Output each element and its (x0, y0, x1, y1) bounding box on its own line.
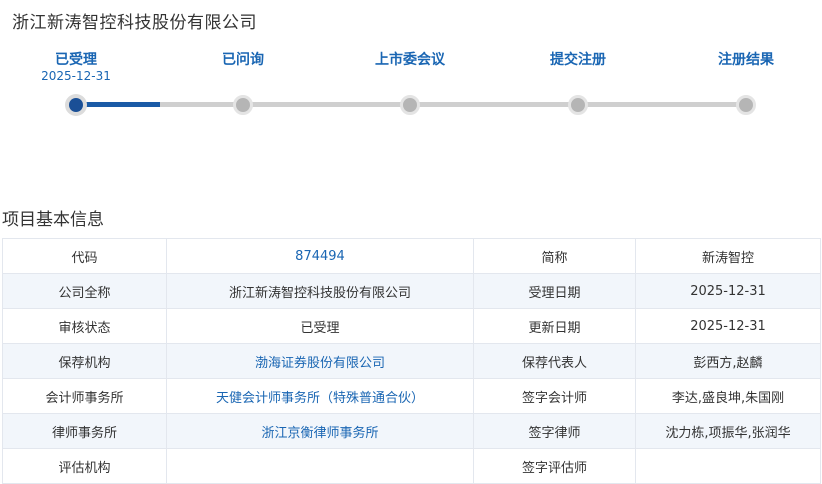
step-label-listing-committee: 上市委会议 (375, 52, 445, 68)
label-signing-lawyer: 签字律师 (473, 413, 636, 449)
step-label-inquired: 已问询 (222, 52, 264, 68)
step-dot-submit-registration (568, 95, 588, 115)
value-law-firm-link[interactable]: 浙江京衡律师事务所 (166, 413, 474, 449)
table-row: 审核状态 已受理 更新日期 2025-12-31 (2, 308, 821, 344)
step-dot-listing-committee (400, 95, 420, 115)
value-signing-appraiser (635, 448, 821, 484)
progress-steps: 已受理 2025-12-31 已问询 上市委会议 提交注册 注册结果 (0, 0, 822, 140)
table-row: 律师事务所 浙江京衡律师事务所 签字律师 沈力栋,项振华,张润华 (2, 413, 821, 449)
step-label-registration-result: 注册结果 (718, 52, 774, 68)
value-signing-lawyer: 沈力栋,项振华,张润华 (635, 413, 821, 449)
value-code[interactable]: 874494 (166, 238, 474, 274)
step-dot-accepted (69, 98, 83, 112)
table-row: 代码 874494 简称 新涛智控 (2, 238, 821, 274)
value-sponsor-rep: 彭西方,赵麟 (635, 343, 821, 379)
label-short-name: 简称 (473, 238, 636, 274)
step-label-submit-registration: 提交注册 (550, 52, 606, 68)
step-dot-registration-result (736, 95, 756, 115)
section-title: 项目基本信息 (2, 210, 104, 230)
label-signing-accountant: 签字会计师 (473, 378, 636, 414)
table-row: 评估机构 签字评估师 (2, 448, 821, 484)
table-row: 会计师事务所 天健会计师事务所（特殊普通合伙） 签字会计师 李达,盛良坤,朱国刚 (2, 378, 821, 414)
value-sponsor-link[interactable]: 渤海证券股份有限公司 (166, 343, 474, 379)
value-accept-date: 2025-12-31 (635, 273, 821, 309)
label-review-status: 审核状态 (2, 308, 167, 344)
label-full-name: 公司全称 (2, 273, 167, 309)
label-accounting-firm: 会计师事务所 (2, 378, 167, 414)
table-row: 保荐机构 渤海证券股份有限公司 保荐代表人 彭西方,赵麟 (2, 343, 821, 379)
label-law-firm: 律师事务所 (2, 413, 167, 449)
label-update-date: 更新日期 (473, 308, 636, 344)
value-short-name: 新涛智控 (635, 238, 821, 274)
value-appraisal-firm (166, 448, 474, 484)
value-review-status: 已受理 (166, 308, 474, 344)
value-signing-accountant: 李达,盛良坤,朱国刚 (635, 378, 821, 414)
label-appraisal-firm: 评估机构 (2, 448, 167, 484)
step-date-accepted: 2025-12-31 (41, 69, 111, 83)
value-accounting-firm-link[interactable]: 天健会计师事务所（特殊普通合伙） (166, 378, 474, 414)
label-sponsor-rep: 保荐代表人 (473, 343, 636, 379)
label-signing-appraiser: 签字评估师 (473, 448, 636, 484)
progress-track-fill (76, 102, 160, 107)
table-row: 公司全称 浙江新涛智控科技股份有限公司 受理日期 2025-12-31 (2, 273, 821, 309)
step-dot-inquired (233, 95, 253, 115)
step-label-accepted: 已受理 (55, 52, 97, 68)
label-sponsor: 保荐机构 (2, 343, 167, 379)
project-info-table: 代码 874494 简称 新涛智控 公司全称 浙江新涛智控科技股份有限公司 受理… (2, 238, 821, 484)
label-code: 代码 (2, 238, 167, 274)
label-accept-date: 受理日期 (473, 273, 636, 309)
value-full-name: 浙江新涛智控科技股份有限公司 (166, 273, 474, 309)
value-update-date: 2025-12-31 (635, 308, 821, 344)
